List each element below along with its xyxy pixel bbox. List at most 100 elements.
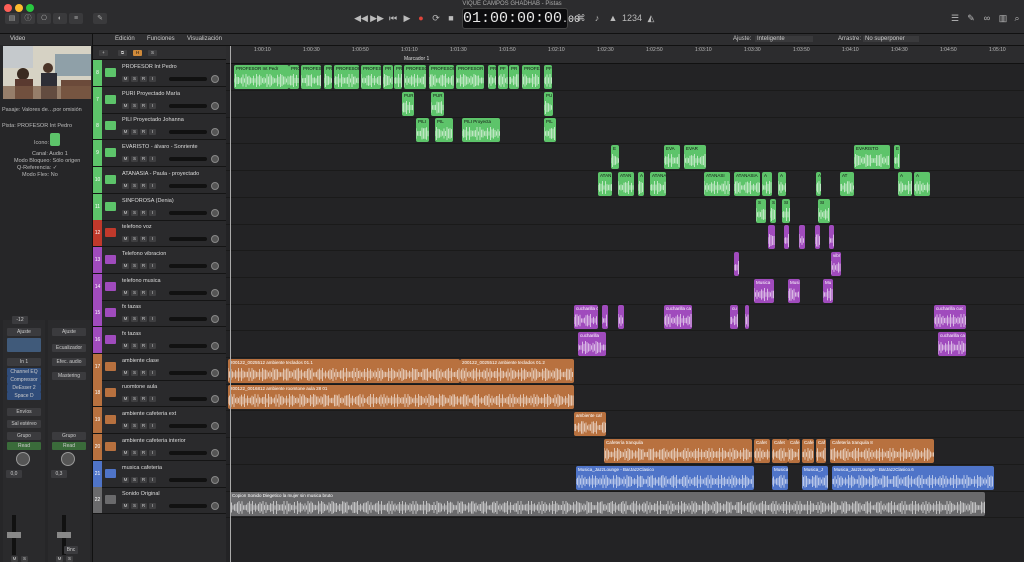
track-volume-slider[interactable] [169, 290, 207, 295]
audio-region[interactable]: A [762, 171, 772, 196]
audio-region[interactable]: ATANASIA [734, 171, 760, 196]
track-header[interactable]: 12 telefono voz MSRI [93, 220, 226, 248]
plugin-slot[interactable]: Space D [7, 392, 41, 400]
audio-region[interactable]: PR [324, 65, 332, 89]
pan-knob[interactable] [16, 452, 30, 466]
audio-region[interactable]: S [756, 198, 766, 223]
solo-button[interactable]: S [131, 209, 138, 216]
audio-region[interactable]: Musica [772, 465, 788, 490]
stop-button[interactable]: ■ [444, 12, 458, 24]
record-arm-button[interactable]: R [140, 396, 147, 403]
mute-button[interactable]: M [122, 129, 129, 136]
track-header[interactable]: 21 musica cafeteria MSRI [93, 460, 226, 488]
track-name[interactable]: telefono voz [122, 224, 152, 230]
track-volume-slider[interactable] [169, 183, 207, 188]
forward-button[interactable]: ▶▶ [370, 12, 384, 24]
audio-region[interactable]: S [770, 198, 776, 223]
audio-region[interactable] [829, 225, 834, 250]
audio-region[interactable]: PU [544, 91, 553, 116]
audio-region[interactable]: Musi [788, 278, 800, 303]
inspector-row-value[interactable]: Audio 1 [49, 151, 68, 157]
functions-menu[interactable]: Funciones [147, 36, 175, 42]
record-arm-button[interactable]: R [140, 316, 147, 323]
audio-region[interactable]: EVA [664, 145, 680, 170]
track-header[interactable]: 14 telefono musica MSRI [93, 273, 226, 301]
track-lane[interactable] [226, 278, 1024, 305]
mute-button[interactable]: M [122, 369, 129, 376]
sends-slot[interactable]: Envíos [7, 408, 41, 416]
solo-button[interactable]: S [131, 76, 138, 82]
track-name[interactable]: ATANASIA - Paula - proyectado [122, 171, 199, 177]
editors-button[interactable]: ✎ [93, 13, 107, 24]
solo-button[interactable]: S [131, 102, 138, 109]
record-arm-button[interactable]: R [140, 423, 147, 430]
mute-button[interactable]: M [122, 76, 129, 82]
solo-button[interactable]: S [131, 369, 138, 376]
solo-button[interactable]: S [131, 503, 138, 510]
mute-button[interactable]: M [122, 449, 129, 456]
plugin-slot[interactable]: Compressor [7, 376, 41, 384]
plugin-slot[interactable]: Channel EQ [7, 368, 41, 376]
audio-region[interactable]: PROFESOR [404, 65, 426, 89]
track-header[interactable]: 13 Telefono vibracion MSRI [93, 246, 226, 274]
edit-menu[interactable]: Edición [115, 36, 135, 42]
solo-icon[interactable]: ▲ [606, 12, 620, 24]
record-arm-button[interactable]: R [140, 343, 147, 349]
mute-button[interactable]: M [56, 556, 63, 562]
solo-button[interactable]: S [131, 236, 138, 243]
track-pan-knob[interactable] [211, 502, 219, 511]
audio-region[interactable]: Cafetería tranquila [604, 438, 752, 463]
track-pan-knob[interactable] [211, 75, 219, 83]
setting-button[interactable]: Ajuste [7, 328, 41, 336]
solo-button[interactable]: S [131, 129, 138, 136]
audio-region[interactable]: Cafe [788, 438, 800, 463]
phone-icon[interactable] [105, 308, 116, 318]
list-editors-button[interactable]: ☰ [948, 12, 962, 24]
phone-icon[interactable] [105, 281, 116, 291]
track-volume-slider[interactable] [169, 210, 207, 215]
toolbar-button[interactable]: ⎔ [37, 13, 51, 24]
track-lane[interactable] [226, 198, 1024, 225]
notepad-button[interactable]: ✎ [964, 12, 978, 24]
audio-region[interactable]: PROFESOR Int [361, 65, 381, 89]
track-lane[interactable] [226, 411, 1024, 439]
solo-button[interactable]: S [66, 556, 73, 562]
record-arm-button[interactable]: R [140, 262, 147, 269]
track-header[interactable]: 20 ambiente cafeteria interior MSRI [93, 433, 226, 461]
playhead[interactable] [230, 46, 231, 562]
audio-region[interactable]: A [638, 171, 644, 196]
track-row[interactable]: Pista: PROFESOR Int Pedro [2, 123, 72, 129]
group-slot[interactable]: Grupo [7, 432, 41, 440]
input-monitor-button[interactable]: I [149, 343, 156, 349]
track-name[interactable]: PROFESOR Int Pedro [122, 64, 177, 70]
waveform-icon[interactable] [105, 495, 116, 505]
audio-region[interactable] [602, 305, 608, 330]
audio-region[interactable] [618, 305, 624, 330]
pan-knob[interactable] [61, 452, 75, 466]
track-header[interactable]: 19 ambiente cafeteria ext MSRI [93, 407, 226, 435]
fx-slot[interactable]: Mastering [52, 372, 86, 380]
hide-button[interactable]: H [133, 50, 142, 56]
audio-region[interactable]: cucharilla ca [574, 305, 598, 330]
track-pan-knob[interactable] [211, 422, 219, 431]
track-pan-knob[interactable] [211, 208, 219, 217]
audio-region[interactable]: PF [544, 65, 552, 89]
track-name[interactable]: PURI Proyectado María [122, 91, 180, 97]
input-monitor-button[interactable]: I [149, 209, 156, 216]
audio-region[interactable]: ambiente caf [574, 412, 606, 437]
audio-region[interactable]: Musica_J [802, 465, 828, 490]
audio-region[interactable]: E [611, 145, 619, 170]
person-icon[interactable] [105, 94, 116, 104]
fader-cap[interactable] [7, 532, 21, 538]
audio-region[interactable]: PROFES [522, 65, 540, 89]
input-monitor-button[interactable]: I [149, 476, 156, 483]
track-person-icon[interactable] [50, 133, 60, 146]
audio-region[interactable] [784, 225, 789, 250]
track-pan-knob[interactable] [211, 395, 219, 404]
audio-region[interactable]: Cafet [754, 438, 770, 463]
track-header[interactable]: 22 Sonido Original MSRI [93, 487, 226, 515]
track-volume-slider[interactable] [169, 424, 207, 429]
person-icon[interactable] [105, 148, 116, 158]
waveform-icon[interactable] [105, 361, 116, 371]
track-volume-slider[interactable] [169, 237, 207, 242]
